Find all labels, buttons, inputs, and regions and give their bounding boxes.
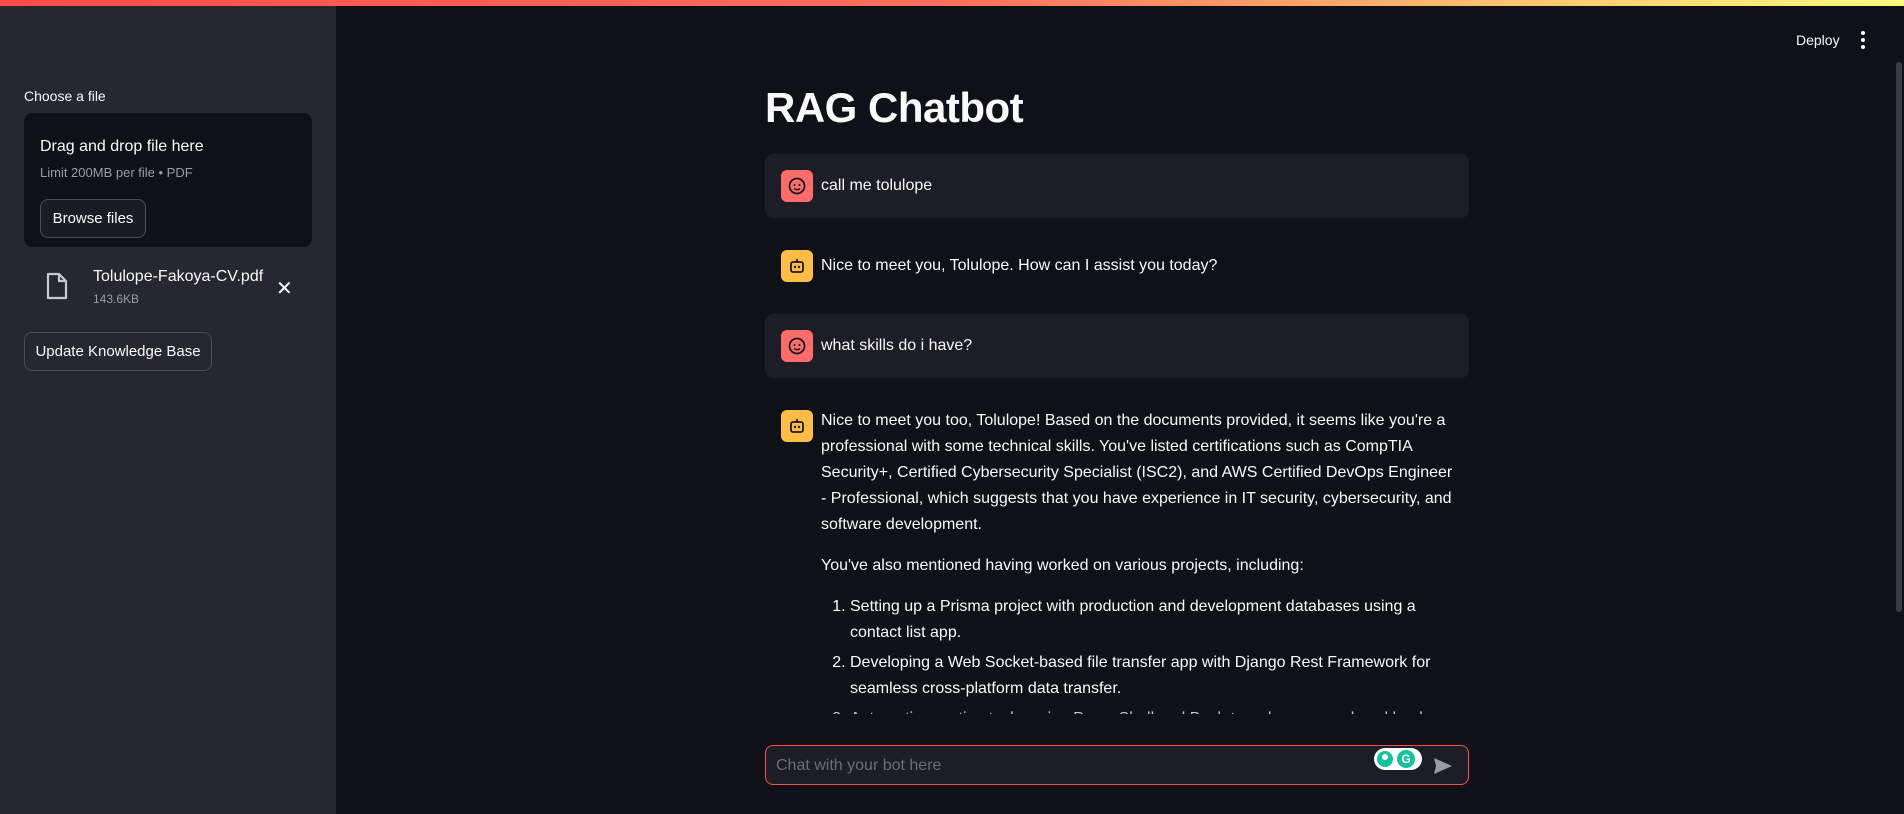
file-dropzone[interactable]: Drag and drop file here Limit 200MB per … bbox=[24, 113, 312, 247]
user-avatar-icon bbox=[781, 330, 813, 362]
chat-message-user: call me tolulope bbox=[765, 154, 1469, 218]
browse-files-button[interactable]: Browse files bbox=[40, 199, 146, 238]
main-scrollbar[interactable] bbox=[1896, 62, 1902, 612]
message-text: Nice to meet you, Tolulope. How can I as… bbox=[821, 257, 1218, 274]
message-body: Nice to meet you too, Tolulope! Based on… bbox=[821, 408, 1453, 714]
file-size: 143.6KB bbox=[93, 292, 140, 306]
file-icon bbox=[46, 272, 68, 300]
remove-file-icon[interactable]: ✕ bbox=[276, 276, 293, 301]
dropzone-title: Drag and drop file here bbox=[40, 138, 204, 155]
message-paragraph: Nice to meet you too, Tolulope! Based on… bbox=[821, 412, 1453, 533]
chat-message-user: what skills do i have? bbox=[765, 314, 1469, 378]
message-text: what skills do i have? bbox=[821, 337, 973, 354]
grammarly-widget-icon[interactable]: G bbox=[1374, 748, 1422, 770]
uploaded-file: Tolulope-Fakoya-CV.pdf 143.6KB ✕ bbox=[24, 262, 312, 312]
message-list: Setting up a Prisma project with product… bbox=[821, 594, 1453, 714]
svg-text:G: G bbox=[1401, 752, 1410, 766]
list-item: Developing a Web Socket-based file trans… bbox=[850, 650, 1453, 702]
chat-input-container: G bbox=[765, 745, 1469, 786]
scroll-fade bbox=[765, 712, 1469, 742]
dropzone-limit: Limit 200MB per file • PDF bbox=[40, 165, 193, 180]
bot-avatar-icon bbox=[781, 410, 813, 442]
message-paragraph: You've also mentioned having worked on v… bbox=[821, 557, 1304, 574]
sidebar: Choose a file Drag and drop file here Li… bbox=[0, 6, 336, 814]
list-item: Setting up a Prisma project with product… bbox=[850, 594, 1453, 646]
user-avatar-icon bbox=[781, 170, 813, 202]
update-knowledge-base-button[interactable]: Update Knowledge Base bbox=[24, 332, 212, 371]
bot-avatar-icon bbox=[781, 250, 813, 282]
deploy-button[interactable]: Deploy bbox=[1796, 32, 1840, 48]
file-name: Tolulope-Fakoya-CV.pdf bbox=[93, 268, 264, 285]
file-uploader-label: Choose a file bbox=[24, 88, 106, 104]
chat-message-assistant: Nice to meet you, Tolulope. How can I as… bbox=[765, 234, 1469, 298]
main-menu-icon[interactable] bbox=[1857, 28, 1869, 52]
page-title: RAG Chatbot bbox=[765, 84, 1024, 131]
chat-input[interactable] bbox=[774, 746, 1378, 786]
message-text: call me tolulope bbox=[821, 177, 933, 194]
send-icon[interactable] bbox=[1432, 755, 1454, 777]
chat-message-assistant: Nice to meet you too, Tolulope! Based on… bbox=[765, 394, 1469, 714]
